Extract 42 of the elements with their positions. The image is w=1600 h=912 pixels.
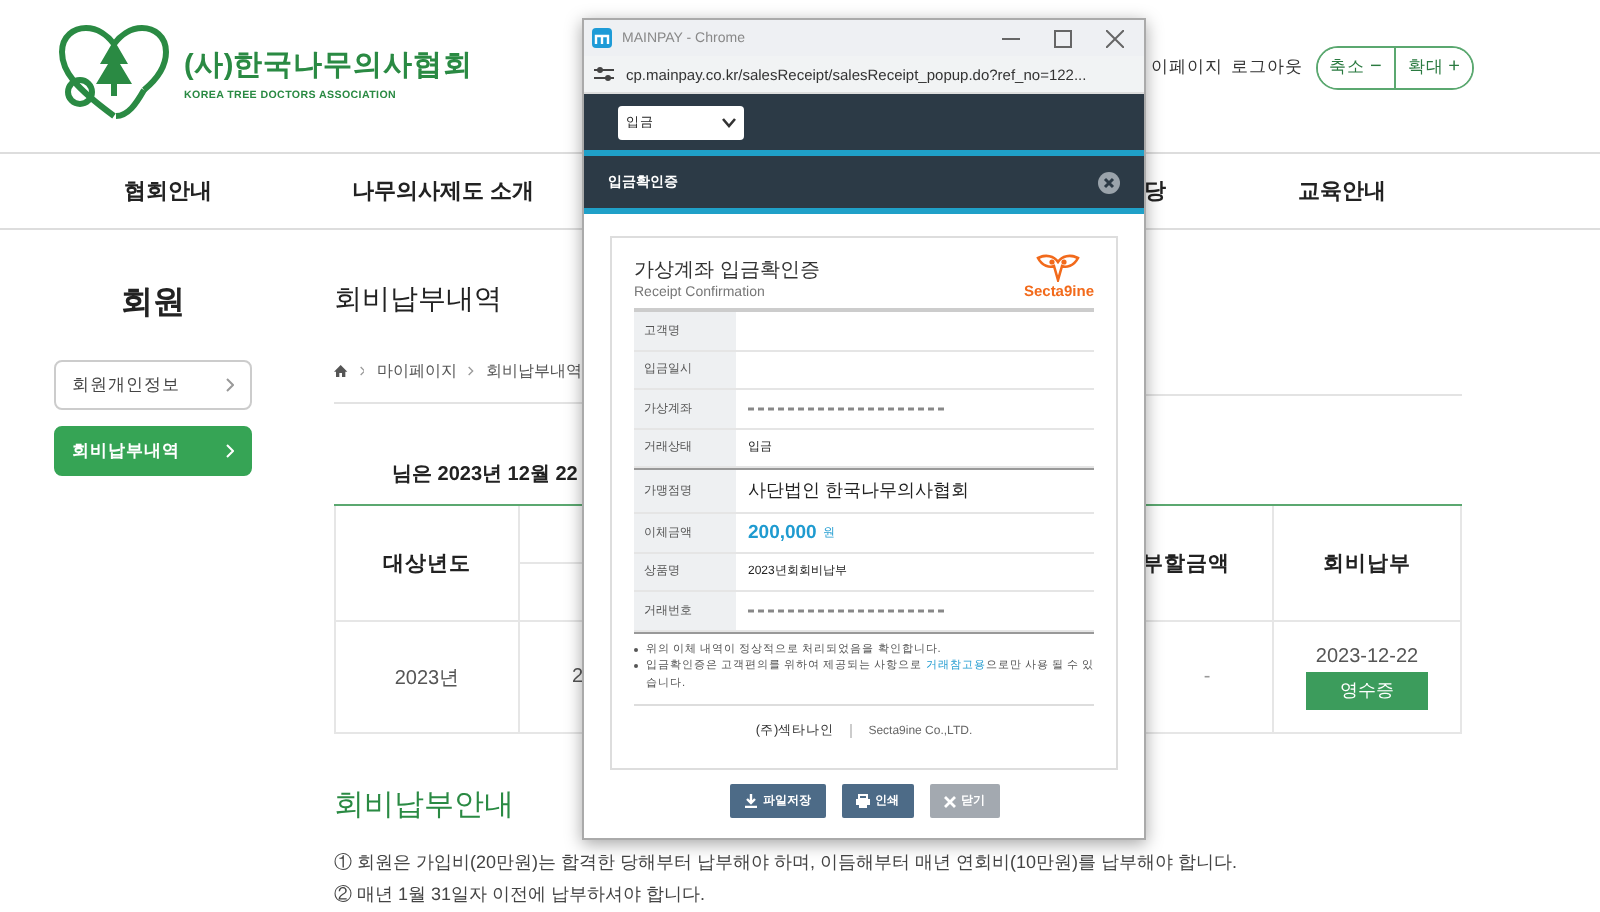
printer-icon bbox=[855, 794, 869, 808]
chevron-icon bbox=[226, 444, 234, 458]
home-icon[interactable] bbox=[334, 361, 348, 379]
sidebar-item[interactable]: 회원개인정보 bbox=[54, 360, 252, 410]
maximize-icon[interactable] bbox=[1054, 29, 1072, 47]
download-icon bbox=[743, 794, 757, 808]
amount-value: 200,000 bbox=[748, 521, 817, 544]
owl-logo-icon bbox=[1036, 254, 1081, 282]
table-cell: 2 bbox=[572, 666, 584, 688]
receipt-title: 가상계좌 입금확인증 bbox=[634, 258, 820, 284]
logo-icon bbox=[56, 24, 172, 124]
close-icon[interactable] bbox=[1098, 171, 1120, 193]
chevron-icon bbox=[359, 363, 365, 377]
chevron-icon bbox=[226, 378, 234, 392]
zoom-button[interactable]: 확대 + bbox=[1393, 48, 1472, 88]
header-link[interactable]: 이페이지 bbox=[1151, 56, 1224, 80]
section-title: 회비납부안내 bbox=[334, 786, 514, 824]
close-icon bbox=[943, 795, 955, 807]
close-icon[interactable] bbox=[1106, 29, 1124, 47]
nav-item[interactable]: 나무의사제도 소개 bbox=[352, 176, 535, 206]
sidebar-title: 회원 bbox=[119, 284, 187, 324]
site-settings-icon[interactable] bbox=[594, 66, 614, 82]
header-link[interactable]: 로그아웃 bbox=[1231, 56, 1304, 80]
breadcrumb-link[interactable]: 회비납부내역 bbox=[486, 359, 583, 381]
field-value: 사단법인 한국나무의사협회 bbox=[748, 478, 970, 504]
app-icon bbox=[592, 28, 612, 48]
notice-text: 님은 2023년 12월 22 bbox=[392, 462, 580, 488]
logo-name: (사)한국나무의사협회 bbox=[184, 48, 474, 84]
page-title: 회비납부내역 bbox=[334, 282, 504, 318]
guide-text: ① 회원은 가입비(20만원)는 합격한 당해부터 납부해야 하며, 이듬해부터 매년 연회비(10만원)를 납부해야 합니다. bbox=[334, 850, 1240, 874]
chevron-icon bbox=[468, 363, 475, 377]
caret-icon bbox=[722, 117, 736, 127]
nav-item[interactable]: 교육안내 bbox=[1298, 176, 1386, 206]
table-cell: - bbox=[1203, 666, 1211, 688]
breadcrumb-link[interactable]: 마이페이지 bbox=[376, 359, 457, 381]
nav-item[interactable]: 당 bbox=[1144, 176, 1166, 206]
table-cell: 2023-12-22 bbox=[1315, 645, 1419, 667]
guide-text: ② 매년 1월 31일자 이전에 납부하셔야 합니다. bbox=[334, 882, 708, 906]
nav-item[interactable]: 협회안내 bbox=[124, 176, 212, 206]
table-cell-text: 2023년 bbox=[394, 665, 460, 691]
column-header: 회비납부 bbox=[1274, 506, 1462, 622]
column-header: 대상년도 bbox=[334, 506, 520, 622]
